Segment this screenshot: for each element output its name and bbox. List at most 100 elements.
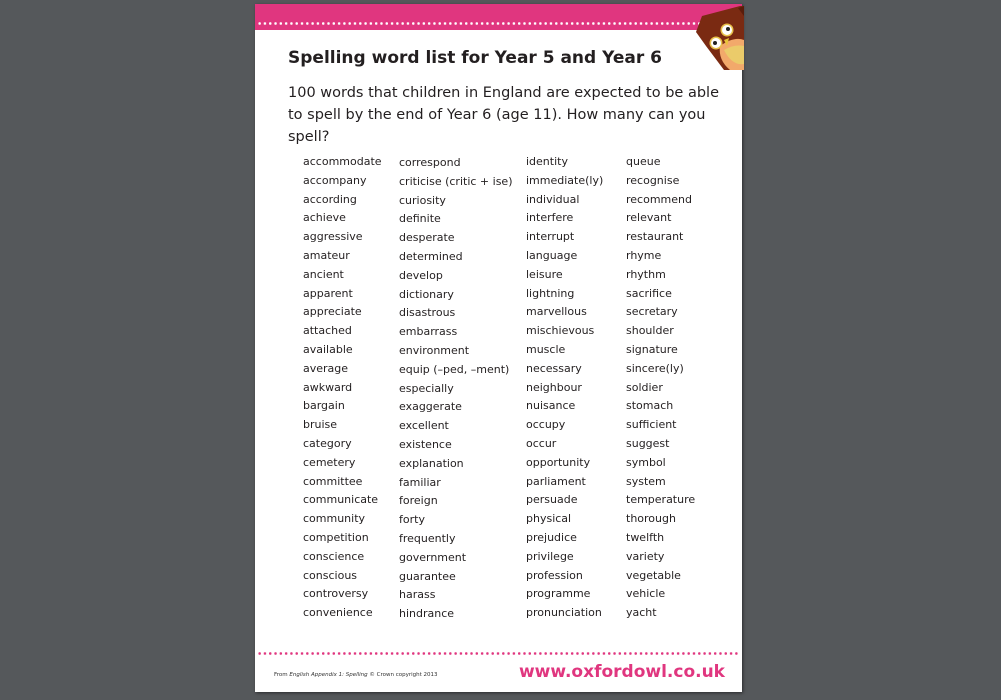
word-item: lightning bbox=[526, 286, 575, 300]
word-item: especially bbox=[399, 381, 454, 395]
word-item: competition bbox=[303, 530, 369, 544]
word-item: community bbox=[303, 512, 366, 526]
word-item: soldier bbox=[626, 380, 663, 394]
word-item: government bbox=[399, 550, 467, 564]
credit-source: English Appendix 1: Spelling bbox=[289, 672, 368, 678]
word-item: vehicle bbox=[626, 587, 666, 601]
word-item: rhyme bbox=[626, 248, 662, 262]
word-item: restaurant bbox=[626, 230, 684, 244]
word-item: correspond bbox=[399, 156, 461, 169]
word-item: marvellous bbox=[526, 305, 587, 319]
word-item: temperature bbox=[626, 493, 696, 507]
word-item: recognise bbox=[626, 173, 680, 187]
word-item: pronunciation bbox=[526, 606, 602, 620]
word-item: sincere(ly) bbox=[626, 361, 684, 375]
word-item: signature bbox=[626, 342, 678, 356]
word-item: desperate bbox=[399, 231, 455, 245]
word-item: profession bbox=[526, 568, 583, 582]
word-item: environment bbox=[399, 343, 470, 357]
word-item: aggressive bbox=[303, 230, 363, 244]
header-dotted-line bbox=[257, 22, 740, 25]
word-item: programme bbox=[526, 587, 591, 601]
word-item: individual bbox=[526, 192, 580, 206]
word-item: opportunity bbox=[526, 455, 591, 469]
page-title: Spelling word list for Year 5 and Year 6 bbox=[288, 48, 663, 68]
word-item: foreign bbox=[399, 494, 438, 508]
word-item: existence bbox=[399, 437, 452, 451]
word-item: recommend bbox=[626, 192, 692, 206]
word-item: exaggerate bbox=[399, 400, 462, 414]
word-column-1: accommodate accompany according achieve aggr… bbox=[303, 153, 382, 623]
word-item: embarrass bbox=[399, 325, 458, 339]
word-column-4: queue recognise recommend relevant restauran… bbox=[626, 153, 695, 623]
word-item: secretary bbox=[626, 305, 678, 319]
word-item: accompany bbox=[303, 173, 367, 187]
word-item: muscle bbox=[526, 342, 566, 356]
word-item: interrupt bbox=[526, 230, 575, 244]
word-item: shoulder bbox=[626, 324, 674, 338]
word-item: queue bbox=[626, 155, 661, 168]
word-item: conscience bbox=[303, 549, 365, 563]
word-item: sacrifice bbox=[626, 286, 672, 300]
word-item: appreciate bbox=[303, 305, 362, 319]
word-column-2: correspond criticise (critic + ise) curios… bbox=[399, 154, 513, 624]
word-item: available bbox=[303, 342, 353, 356]
word-item: curiosity bbox=[399, 193, 446, 207]
word-item: leisure bbox=[526, 267, 563, 281]
word-item: disastrous bbox=[399, 306, 456, 320]
owl-icon bbox=[696, 6, 744, 70]
word-item: communicate bbox=[303, 493, 379, 507]
word-item: according bbox=[303, 192, 357, 206]
website-link[interactable]: www.oxfordowl.co.uk bbox=[519, 662, 725, 682]
word-item: suggest bbox=[626, 436, 670, 450]
word-item: average bbox=[303, 361, 349, 375]
word-item: develop bbox=[399, 268, 443, 282]
word-item: conscious bbox=[303, 568, 358, 582]
word-item: forty bbox=[399, 513, 425, 527]
word-item: sufficient bbox=[626, 418, 677, 432]
word-item: familiar bbox=[399, 475, 441, 489]
word-item: bruise bbox=[303, 418, 338, 432]
word-item: equip (–ped, –ment) bbox=[399, 362, 510, 376]
word-item: committee bbox=[303, 474, 363, 488]
word-item: accommodate bbox=[303, 155, 382, 168]
word-item: achieve bbox=[303, 211, 346, 225]
word-item: persuade bbox=[526, 493, 578, 507]
word-item: frequently bbox=[399, 531, 456, 545]
word-item: relevant bbox=[626, 211, 672, 225]
word-item: occupy bbox=[526, 418, 566, 432]
word-item: criticise (critic + ise) bbox=[399, 174, 513, 188]
word-item: attached bbox=[303, 324, 352, 338]
word-item: vegetable bbox=[626, 568, 681, 582]
word-item: awkward bbox=[303, 380, 353, 394]
word-item: interfere bbox=[526, 211, 574, 225]
document-page: Spelling word list for Year 5 and Year 6… bbox=[255, 4, 744, 692]
copyright-credit: From English Appendix 1: Spelling © Crow… bbox=[274, 672, 438, 678]
word-item: convenience bbox=[303, 606, 373, 620]
word-item: nuisance bbox=[526, 399, 576, 413]
word-item: variety bbox=[626, 549, 665, 563]
word-item: definite bbox=[399, 212, 441, 226]
word-item: explanation bbox=[399, 456, 464, 470]
word-item: bargain bbox=[303, 399, 345, 413]
word-item: rhythm bbox=[626, 267, 666, 281]
word-item: apparent bbox=[303, 286, 353, 300]
word-item: neighbour bbox=[526, 380, 582, 394]
word-item: system bbox=[626, 474, 666, 488]
footer-dotted-line bbox=[257, 652, 740, 655]
word-item: immediate(ly) bbox=[526, 173, 604, 187]
header-band bbox=[255, 4, 742, 30]
word-item: amateur bbox=[303, 248, 350, 262]
word-item: identity bbox=[526, 155, 568, 168]
word-item: ancient bbox=[303, 267, 344, 281]
word-item: thorough bbox=[626, 512, 676, 526]
word-item: hindrance bbox=[399, 607, 455, 621]
word-item: harass bbox=[399, 588, 436, 602]
word-item: determined bbox=[399, 249, 463, 263]
word-item: parliament bbox=[526, 474, 586, 488]
word-item: necessary bbox=[526, 361, 582, 375]
word-item: category bbox=[303, 436, 352, 450]
word-item: symbol bbox=[626, 455, 666, 469]
word-item: guarantee bbox=[399, 569, 456, 583]
word-item: privilege bbox=[526, 549, 574, 563]
